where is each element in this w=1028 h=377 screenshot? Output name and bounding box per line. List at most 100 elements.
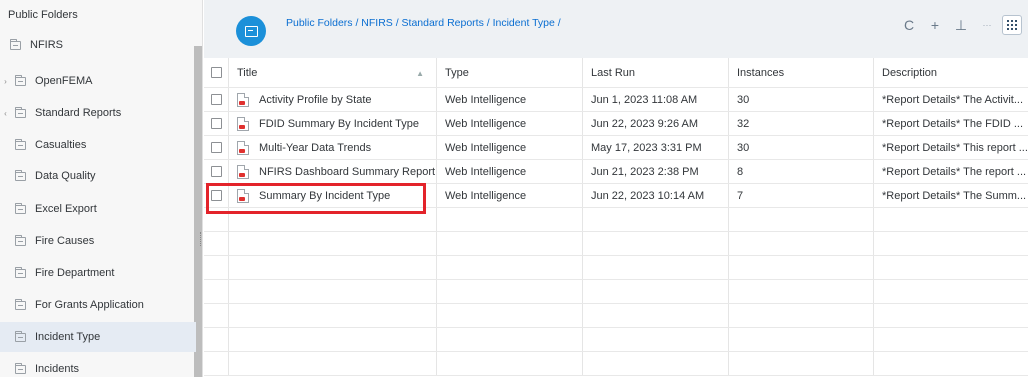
folder-icon (15, 266, 26, 278)
cell-instances: 32 (729, 112, 874, 135)
empty-table-row (204, 304, 1028, 328)
cell-instances-text: 30 (737, 93, 750, 106)
column-header-last-run[interactable]: Last Run (583, 58, 729, 87)
column-header-description[interactable]: Description (874, 58, 1028, 87)
select-all-checkbox[interactable] (211, 67, 222, 78)
sidebar-item[interactable]: For Grants Application (0, 290, 196, 320)
column-header-type[interactable]: Type (437, 58, 583, 87)
empty-table-row (204, 280, 1028, 304)
main-panel: Public Folders / NFIRS / Standard Report… (204, 0, 1028, 377)
table-row[interactable]: NFIRS Dashboard Summary Report Web Intell… (204, 160, 1028, 184)
sidebar-item[interactable]: Incident Type (0, 322, 196, 352)
row-checkbox[interactable] (211, 166, 222, 177)
cell-title[interactable]: NFIRS Dashboard Summary Report (229, 160, 437, 183)
sidebar-item-label: NFIRS (30, 39, 63, 51)
sidebar-item[interactable]: Public Folders (0, 0, 196, 30)
refresh-icon[interactable]: C (898, 14, 920, 36)
folder-tree-sidebar: Public Folders NFIRS › OpenFEMA ‹ Standard Re… (0, 0, 203, 377)
cell-type-text: Web Intelligence (445, 93, 527, 106)
cell-description-text: *Report Details* The Activit... (882, 93, 1024, 106)
cell-last-run (583, 256, 729, 279)
cell-instances-text: 7 (737, 189, 744, 202)
row-checkbox[interactable] (211, 94, 222, 105)
row-checkbox[interactable] (211, 190, 222, 201)
table-row[interactable]: Activity Profile by State Web Intelligenc… (204, 88, 1028, 112)
sort-ascending-icon[interactable]: ▲ (416, 69, 424, 78)
column-header-instances[interactable]: Instances (729, 58, 874, 87)
cell-title[interactable]: Activity Profile by State (229, 88, 437, 111)
sidebar-item[interactable]: Excel Export (0, 194, 196, 224)
download-icon[interactable]: ⊥ (950, 14, 972, 36)
more-icon[interactable]: ··· (976, 14, 998, 36)
breadcrumb[interactable]: Public Folders / NFIRS / Standard Report… (286, 17, 561, 29)
sidebar-resize-handle[interactable] (200, 232, 202, 246)
table-row[interactable]: Summary By Incident Type Web Intelligence… (204, 184, 1028, 208)
cell-instances (729, 208, 874, 231)
cell-description: *Report Details* This report ... (874, 136, 1028, 159)
add-icon[interactable]: + (924, 14, 946, 36)
cell-last-run-text: Jun 22, 2023 9:26 AM (591, 117, 699, 130)
cell-title (229, 232, 437, 255)
cell-title (229, 256, 437, 279)
sidebar-item[interactable]: Fire Causes (0, 226, 196, 256)
sidebar-item-label: For Grants Application (35, 299, 144, 311)
cell-title[interactable]: FDID Summary By Incident Type (229, 112, 437, 135)
empty-table-row (204, 208, 1028, 232)
cell-type (437, 232, 583, 255)
cell-instances (729, 280, 874, 303)
row-select-cell (204, 160, 229, 183)
cell-last-run (583, 280, 729, 303)
select-all-cell (204, 58, 229, 87)
view-toggle-button[interactable] (1002, 15, 1022, 35)
column-header-title[interactable]: Title ▲ (229, 58, 437, 87)
web-intelligence-document-icon (237, 164, 249, 179)
folder-icon (10, 38, 21, 50)
folder-icon (15, 106, 26, 118)
sidebar-item[interactable]: ‹ Standard Reports (0, 98, 196, 128)
folder-header: Public Folders / NFIRS / Standard Report… (204, 0, 1028, 58)
cell-last-run (583, 208, 729, 231)
cell-type (437, 328, 583, 351)
cell-title[interactable]: Summary By Incident Type (229, 184, 437, 207)
sidebar-item-label: Public Folders (8, 9, 78, 21)
sidebar-item[interactable]: Casualties (0, 130, 196, 160)
cell-instances: 30 (729, 136, 874, 159)
cell-last-run (583, 232, 729, 255)
cell-description: *Report Details* The Activit... (874, 88, 1028, 111)
cell-instances (729, 352, 874, 375)
cell-type (437, 304, 583, 327)
table-row[interactable]: FDID Summary By Incident Type Web Intelli… (204, 112, 1028, 136)
cell-description: *Report Details* The FDID ... (874, 112, 1028, 135)
row-checkbox[interactable] (211, 118, 222, 129)
cell-type: Web Intelligence (437, 160, 583, 183)
sidebar-item[interactable]: › OpenFEMA (0, 66, 196, 96)
empty-table-row (204, 232, 1028, 256)
cell-title (229, 304, 437, 327)
row-select-cell (204, 112, 229, 135)
sidebar-item-label: Incidents (35, 363, 80, 375)
table-header-row: Title ▲ Type Last Run Instances Descripti… (204, 58, 1028, 88)
cell-last-run-text: Jun 22, 2023 10:14 AM (591, 189, 705, 202)
toolbar-actions: C + ⊥ ··· (898, 14, 1022, 36)
cell-type-text: Web Intelligence (445, 117, 527, 130)
cell-type: Web Intelligence (437, 136, 583, 159)
row-select-cell (204, 328, 229, 351)
tree-toggle-icon[interactable]: ‹ (0, 109, 11, 118)
cell-title[interactable]: Multi-Year Data Trends (229, 136, 437, 159)
sidebar-item[interactable]: NFIRS (0, 30, 196, 60)
cell-description-text: *Report Details* The report ... (882, 165, 1027, 178)
cell-description: *Report Details* The report ... (874, 160, 1028, 183)
row-checkbox[interactable] (211, 142, 222, 153)
row-select-cell (204, 88, 229, 111)
sidebar-item[interactable]: Fire Department (0, 258, 196, 288)
cell-last-run (583, 352, 729, 375)
cell-instances: 7 (729, 184, 874, 207)
row-select-cell (204, 136, 229, 159)
empty-table-row (204, 328, 1028, 352)
sidebar-item[interactable]: Data Quality (0, 161, 196, 191)
tree-toggle-icon[interactable]: › (0, 77, 11, 86)
table-row[interactable]: Multi-Year Data Trends Web Intelligence Ma… (204, 136, 1028, 160)
cell-type (437, 280, 583, 303)
sidebar-item[interactable]: Incidents (0, 354, 196, 377)
cell-instances (729, 328, 874, 351)
